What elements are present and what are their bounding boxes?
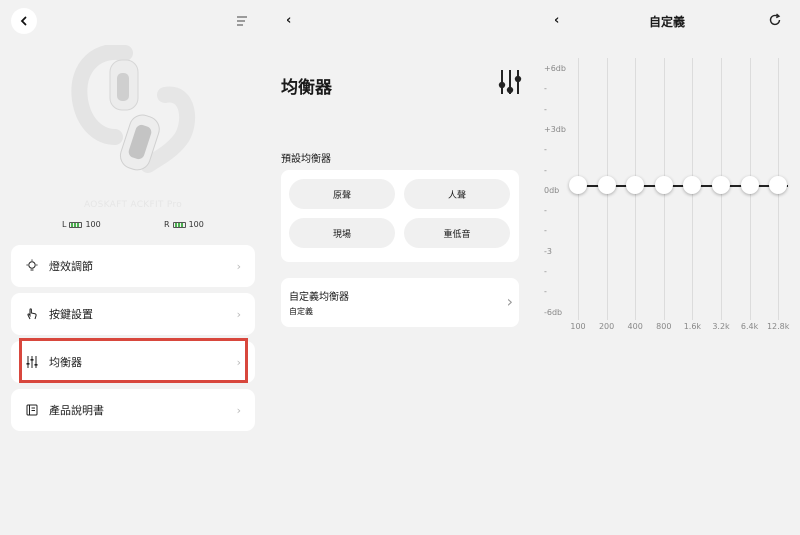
- band-slider-knob[interactable]: [597, 176, 616, 194]
- preset-bass[interactable]: 重低音: [404, 218, 510, 248]
- menu-item-button-settings[interactable]: 按鍵設置 ›: [11, 293, 255, 335]
- db-tick-label: -: [544, 226, 547, 236]
- preset-heading: 預設均衡器: [281, 154, 331, 165]
- menu-item-light-effect[interactable]: 燈效調節 ›: [11, 245, 255, 287]
- db-tick-label: -: [544, 267, 547, 276]
- back-button[interactable]: [11, 8, 37, 34]
- db-tick-label: -: [544, 165, 547, 175]
- battery-icon: [172, 221, 186, 228]
- custom-equalizer-panel: ‹ 自定義 +6db - - +3db - -0db - - -3- - -6db 100 200 40…: [534, 0, 800, 535]
- band-slider-knob[interactable]: [626, 176, 645, 194]
- preset-vocal[interactable]: 人聲: [404, 179, 510, 209]
- db-tick-label: -: [544, 287, 547, 297]
- frequency-label: 800: [656, 322, 672, 331]
- refresh-icon[interactable]: [768, 13, 782, 27]
- band-slider-knob[interactable]: [683, 176, 702, 194]
- chevron-left-icon: [20, 16, 27, 26]
- selection-highlight: [19, 338, 248, 383]
- db-tick-label: -: [544, 145, 547, 155]
- chevron-right-icon: ›: [506, 292, 513, 311]
- device-panel: AOSKAFT ACKFIT Pro L 100 R 100 燈效調節 › 按鍵…: [0, 0, 266, 535]
- right-battery-value: 100: [188, 220, 204, 229]
- equalizer-panel: ‹ 均衡器 預設均衡器 原聲 人聲 現場 重低音 自定義均衡器 自定義 ›: [266, 0, 534, 535]
- custom-equalizer-value: 自定義: [289, 307, 313, 316]
- frequency-label: 1.6k: [683, 322, 702, 331]
- chevron-right-icon: ›: [236, 307, 241, 321]
- right-label: R: [164, 220, 170, 229]
- frequency-label: 12.8k: [766, 322, 790, 331]
- frequency-label: 6.4k: [740, 322, 759, 331]
- frequency-label: 400: [627, 322, 643, 331]
- db-tick-label: -: [544, 206, 547, 216]
- db-tick-label: 0db: [544, 185, 560, 195]
- band-slider-knob[interactable]: [569, 176, 587, 194]
- menu-item-label: 按鍵設置: [49, 308, 93, 321]
- book-icon: [25, 403, 39, 417]
- frequency-label: 200: [598, 322, 615, 331]
- hand-tap-icon: [25, 307, 39, 321]
- custom-equalizer-title: 自定義均衡器: [289, 292, 349, 303]
- lightbulb-icon: [25, 259, 39, 273]
- battery-icon: [69, 221, 83, 228]
- preset-grid: 原聲 人聲 現場 重低音: [281, 170, 519, 262]
- band-slider-knob[interactable]: [769, 176, 788, 194]
- band-slider-knob[interactable]: [712, 176, 730, 194]
- left-battery: L 100: [62, 220, 101, 229]
- band-slider-knob[interactable]: [654, 176, 673, 194]
- left-battery-value: 100: [85, 220, 101, 229]
- chevron-right-icon: ›: [236, 403, 241, 417]
- db-tick-label: -: [544, 104, 547, 114]
- menu-item-label: 燈效調節: [49, 260, 93, 273]
- menu-item-label: 產品說明書: [49, 404, 104, 417]
- right-battery: R 100: [164, 220, 204, 229]
- db-tick-label: -3: [544, 246, 552, 256]
- preset-live[interactable]: 現場: [289, 218, 395, 248]
- device-model-name: AOSKAFT ACKFIT Pro: [83, 200, 183, 210]
- preset-original[interactable]: 原聲: [289, 179, 395, 209]
- frequency-label: 100: [570, 322, 586, 331]
- db-tick-label: +6db: [544, 64, 566, 73]
- earbuds-image: [71, 45, 195, 173]
- chevron-right-icon: ›: [236, 259, 241, 273]
- custom-equalizer-item[interactable]: 自定義均衡器 自定義 ›: [281, 278, 519, 327]
- menu-icon[interactable]: [236, 15, 248, 27]
- db-tick-label: -6db: [544, 307, 563, 317]
- menu-item-manual[interactable]: 產品說明書 ›: [11, 389, 255, 431]
- back-button[interactable]: ‹: [286, 13, 291, 28]
- equalizer-icon: [498, 70, 522, 94]
- page-title: 自定義: [648, 15, 685, 29]
- frequency-label: 3.2k: [712, 322, 730, 331]
- band-slider-knob[interactable]: [740, 176, 759, 194]
- left-label: L: [62, 220, 67, 229]
- page-title: 均衡器: [281, 78, 332, 98]
- db-tick-label: -: [544, 84, 547, 94]
- db-tick-label: +3db: [544, 124, 566, 134]
